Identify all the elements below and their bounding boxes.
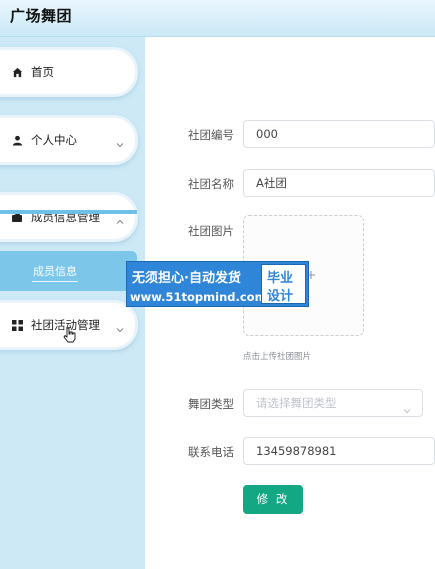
dance-type-select[interactable]: 请选择舞团类型 <box>243 389 423 417</box>
watermark-badge: 毕业 设计 <box>261 264 306 304</box>
sidebar: 首页 个人中心 成员信息管理 成员信息 社团活动管理 <box>0 37 145 569</box>
watermark-text: 无须担心·自动发货 <box>132 271 241 286</box>
chevron-down-icon <box>115 320 125 333</box>
chevron-down-icon <box>115 135 125 148</box>
phone-label: 联系电话 <box>188 445 234 459</box>
sidebar-item-member-management[interactable]: 成员信息管理 <box>0 192 138 242</box>
club-id-input[interactable]: 000 <box>243 120 435 148</box>
sidebar-item-home[interactable]: 首页 <box>0 47 138 97</box>
chevron-down-icon <box>402 399 412 414</box>
sidebar-subitem-label: 成员信息 <box>33 265 77 278</box>
active-underline <box>32 281 78 282</box>
club-id-label: 社团编号 <box>188 128 234 142</box>
watermark-url: www.51topmind.com <box>130 290 267 304</box>
club-image-label: 社团图片 <box>188 224 234 238</box>
modify-button[interactable]: 修 改 <box>243 485 303 514</box>
upload-tip: 点击上传社团图片 <box>243 352 312 362</box>
club-name-input[interactable]: A社团 <box>243 169 435 197</box>
user-icon <box>11 134 23 146</box>
sidebar-item-label: 个人中心 <box>31 133 77 147</box>
dance-type-label: 舞团类型 <box>188 397 234 411</box>
dance-type-placeholder: 请选择舞团类型 <box>256 396 337 410</box>
grid-icon <box>11 319 23 331</box>
sidebar-subitem-member-info[interactable]: 成员信息 <box>0 251 137 291</box>
app-title: 广场舞团 <box>10 7 73 25</box>
club-name-label: 社团名称 <box>188 177 234 191</box>
submenu-divider <box>0 210 137 214</box>
watermark-banner: 无须担心·自动发货 www.51topmind.com 毕业 设计 <box>126 261 309 307</box>
sidebar-item-label: 首页 <box>31 65 54 79</box>
watermark-badge-line1: 毕业 <box>267 271 294 286</box>
app-header: 广场舞团 <box>0 0 435 37</box>
hand-cursor-icon <box>63 327 77 343</box>
home-icon <box>11 66 23 78</box>
watermark-badge-line2: 设计 <box>267 289 294 304</box>
phone-input[interactable]: 13459878981 <box>243 437 435 465</box>
sidebar-item-personal-center[interactable]: 个人中心 <box>0 115 138 165</box>
